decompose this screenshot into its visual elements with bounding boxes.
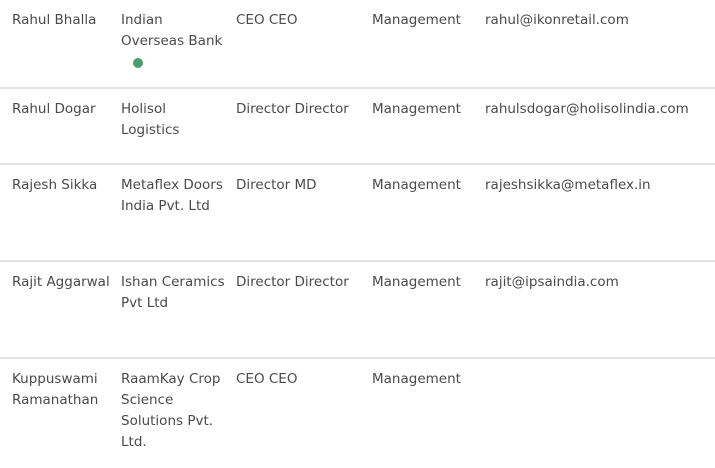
contact-company: Metaflex Doors India Pvt. Ltd <box>121 177 223 214</box>
contact-email[interactable]: rahulsdogar@holisolindia.com <box>485 99 689 120</box>
contact-email[interactable]: rajit@ipsaindia.com <box>485 272 619 293</box>
contact-name[interactable]: Kuppuswami Ramanathan <box>12 369 112 411</box>
contacts-table: Rahul Bhalla Indian Overseas Bank CEO CE… <box>0 0 715 468</box>
table-row[interactable]: Kuppuswami Ramanathan RaamKay Crop Scien… <box>0 359 715 468</box>
contact-email[interactable]: rajeshsikka@metaflex.in <box>485 175 651 196</box>
contact-name[interactable]: Rahul Dogar <box>12 99 112 120</box>
contact-name[interactable]: Rahul Bhalla <box>12 10 112 31</box>
online-status-icon <box>133 58 143 68</box>
contact-email[interactable]: rahul@ikonretail.com <box>485 10 629 31</box>
table-row[interactable]: Rajit Aggarwal Ishan Ceramics Pvt Ltd Di… <box>0 262 715 359</box>
table-row[interactable]: Rahul Bhalla Indian Overseas Bank CEO CE… <box>0 0 715 89</box>
contact-title: CEO CEO <box>236 12 298 28</box>
contact-company: Ishan Ceramics Pvt Ltd <box>121 274 225 311</box>
contact-title: Director MD <box>236 177 317 193</box>
table-row[interactable]: Rajesh Sikka Metaflex Doors India Pvt. L… <box>0 165 715 262</box>
contact-department: Management <box>372 274 461 290</box>
contact-department: Management <box>372 177 461 193</box>
contact-title: CEO CEO <box>236 371 298 387</box>
contact-department: Management <box>372 101 461 117</box>
contact-company: RaamKay Crop Science Solutions Pvt. Ltd. <box>121 371 221 450</box>
contact-company: Holisol Logistics <box>121 101 180 138</box>
contact-title: Director Director <box>236 101 349 117</box>
contact-name[interactable]: Rajit Aggarwal <box>12 272 112 293</box>
table-row[interactable]: Rahul Dogar Holisol Logistics Director D… <box>0 89 715 165</box>
contact-title: Director Director <box>236 274 349 290</box>
contact-company: Indian Overseas Bank <box>121 12 223 49</box>
contact-department: Management <box>372 12 461 28</box>
contact-name[interactable]: Rajesh Sikka <box>12 175 112 196</box>
contact-department: Management <box>372 371 461 387</box>
